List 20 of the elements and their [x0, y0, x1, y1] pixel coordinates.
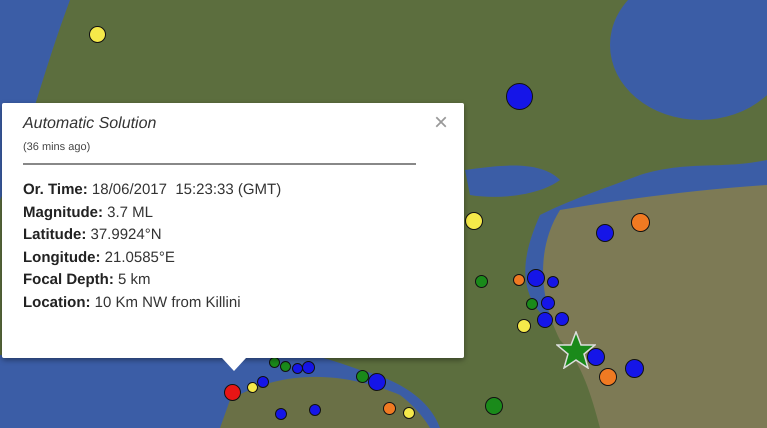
info-line: Latitude: 37.9924°N	[23, 225, 163, 245]
popup-time-ago: (36 mins ago)	[23, 141, 92, 153]
satellite-map[interactable]: × Automatic Solution (36 mins ago) Or. Time: 18/06/2017 15:23:33 (GMT) Magnitude: 3.7 ML Latitude: 37.9924°N Longitude: 21.0585°E Focal Depth: 5 km Location: 10 Km NW from Killini	[0, 0, 767, 428]
earthquake-marker[interactable]	[356, 370, 368, 382]
earthquake-marker[interactable]	[246, 382, 258, 392]
info-line: Longitude: 21.0585°E	[23, 248, 176, 268]
earthquake-marker[interactable]	[527, 269, 545, 287]
popup-title: Automatic Solution	[23, 115, 156, 133]
info-line: Location: 10 Km NW from Killini	[23, 292, 242, 312]
star-icon	[556, 331, 596, 369]
info-line: Or. Time: 18/06/2017 15:23:33 (GMT)	[23, 180, 282, 200]
earthquake-marker[interactable]	[292, 362, 302, 374]
earthquake-marker[interactable]	[257, 376, 269, 388]
earthquake-marker[interactable]	[224, 384, 240, 400]
info-line: Magnitude: 3.7 ML	[23, 202, 154, 222]
info-line: Focal Depth: 5 km	[23, 270, 152, 290]
earthquake-marker[interactable]	[541, 296, 555, 310]
popup-pointer-icon	[222, 358, 246, 371]
earthquake-marker[interactable]	[302, 360, 314, 374]
earthquake-marker[interactable]	[280, 360, 290, 372]
